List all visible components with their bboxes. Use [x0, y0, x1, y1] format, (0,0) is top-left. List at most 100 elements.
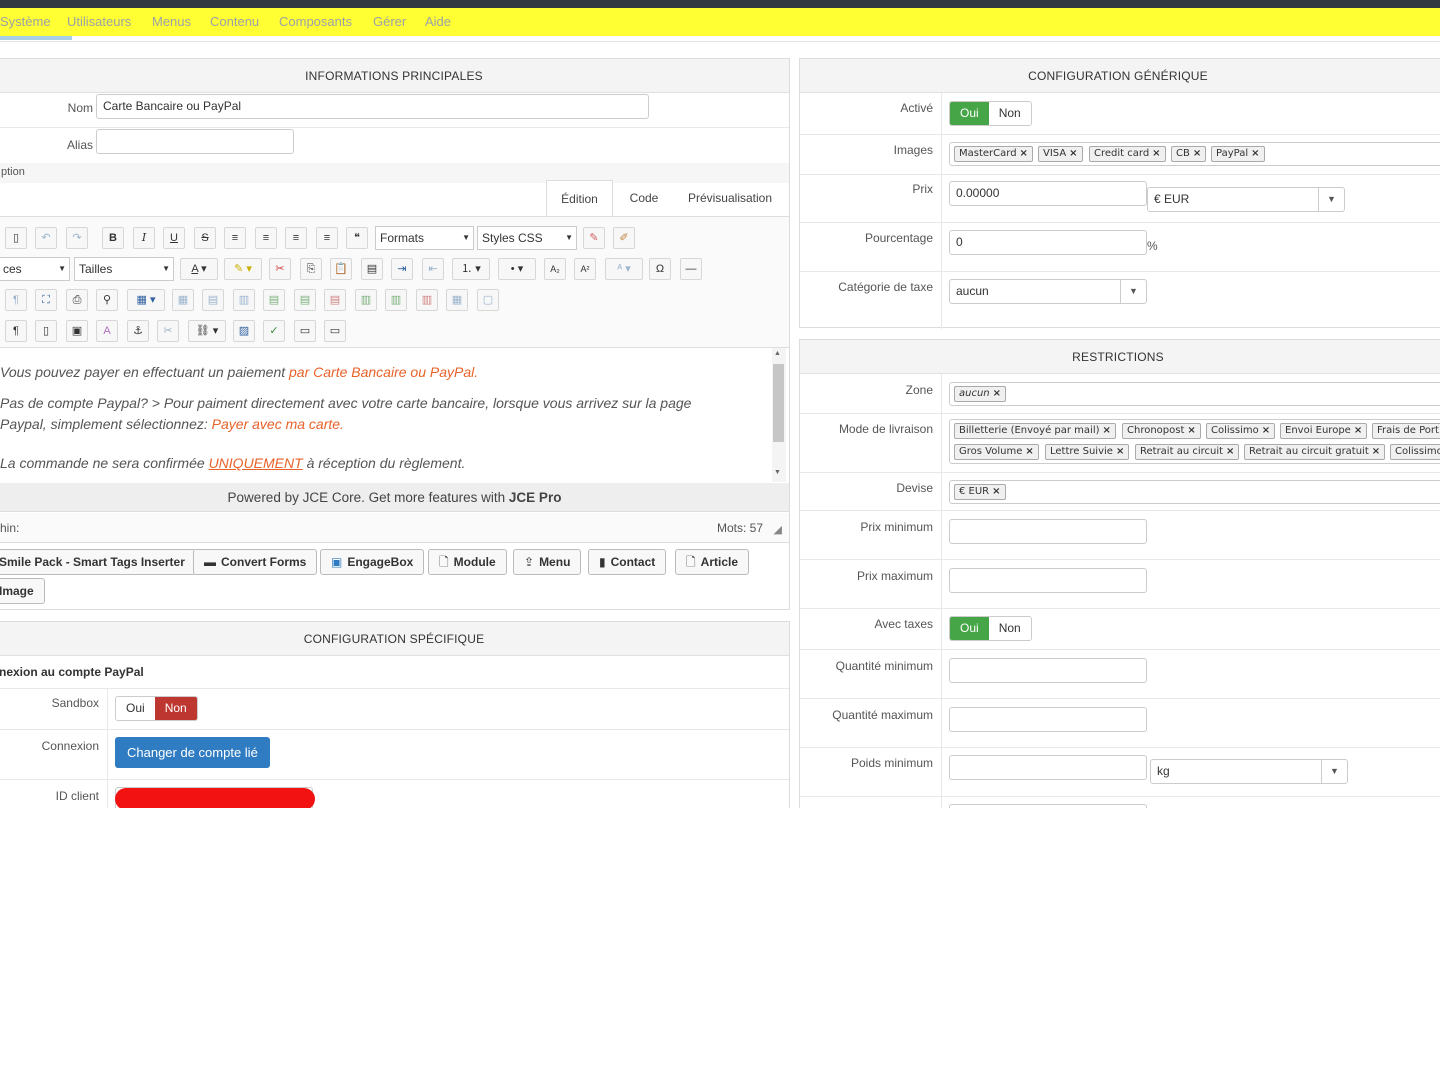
image-chip[interactable]: CB × [1171, 146, 1207, 162]
tab-code[interactable]: Code [616, 180, 672, 216]
readmore-icon[interactable]: ▭ [294, 320, 316, 342]
blockquote-icon[interactable]: ❝ [346, 227, 368, 249]
min-weight-input[interactable] [949, 755, 1147, 780]
shipping-chip[interactable]: Envoi Europe × [1280, 423, 1368, 439]
underline-icon[interactable]: U [163, 227, 185, 249]
outdent-icon[interactable]: ⇤ [422, 258, 444, 280]
eraser-icon[interactable]: ✎ [583, 227, 605, 249]
remove-icon[interactable]: × [1103, 425, 1111, 436]
styles-select[interactable]: Styles CSS ▼ [477, 226, 577, 250]
table-icon[interactable]: ▦ ▾ [127, 289, 165, 311]
shipping-multiselect[interactable]: Billetterie (Envoyé par mail) × Chronopos… [949, 419, 1440, 464]
image-chip[interactable]: PayPal × [1211, 146, 1265, 162]
remove-icon[interactable]: × [1226, 446, 1234, 457]
active-yes[interactable]: Oui [950, 102, 989, 125]
scroll-thumb[interactable] [773, 364, 784, 442]
editor-content[interactable]: Vous pouvez payer en effectuant un paiem… [0, 348, 772, 482]
article-button[interactable]: 🗋 Article [675, 549, 750, 575]
remove-icon[interactable]: × [992, 486, 1000, 497]
spellcheck-icon[interactable]: ✓ [263, 320, 285, 342]
images-multiselect[interactable]: MasterCard × VISA × Credit card × CB × PayPa… [949, 142, 1440, 166]
paste-text-icon[interactable]: ▤ [361, 258, 383, 280]
alias-input[interactable] [96, 129, 294, 154]
zone-chip[interactable]: aucun × [954, 386, 1007, 402]
remove-icon[interactable]: × [1116, 446, 1124, 457]
style-props-icon[interactable]: A [96, 320, 118, 342]
new-document-icon[interactable]: ▯ [5, 227, 27, 249]
show-blocks-icon[interactable]: ¶ [5, 289, 27, 311]
tax-category-select[interactable]: aucun ▼ [949, 279, 1147, 304]
image-chip[interactable]: MasterCard × [954, 146, 1033, 162]
editor-scrollbar[interactable]: ▲ ▼ [772, 348, 786, 482]
strikethrough-icon[interactable]: S [194, 227, 216, 249]
shipping-chip[interactable]: Billetterie (Envoyé par mail) × [954, 423, 1116, 439]
remove-icon[interactable]: × [1069, 148, 1077, 159]
anchor-icon[interactable]: ⚓ [127, 320, 149, 342]
max-qty-input[interactable] [949, 707, 1147, 732]
resize-handle-icon[interactable]: ◢ [774, 523, 782, 536]
formats-select[interactable]: Formats ▼ [375, 226, 474, 250]
font-family-select[interactable]: ces ▼ [0, 257, 70, 281]
menu-contenu[interactable]: Contenu [210, 14, 259, 29]
col-delete-icon[interactable]: ▥ [416, 289, 438, 311]
sandbox-no[interactable]: Non [154, 697, 197, 720]
row-delete-icon[interactable]: ▤ [324, 289, 346, 311]
print-icon[interactable]: ⎙ [66, 289, 88, 311]
text-color-icon[interactable]: A ▾ [180, 258, 218, 280]
italic-icon[interactable]: I [133, 227, 155, 249]
template-icon[interactable]: ▯ [35, 320, 57, 342]
subscript-icon[interactable]: A₂ [544, 258, 566, 280]
max-weight-input[interactable] [949, 804, 1147, 808]
shipping-chip[interactable]: Lettre Suivie × [1045, 444, 1130, 460]
fullscreen-icon[interactable]: ⛶ [35, 289, 57, 311]
change-account-button[interactable]: Changer de compte lié [115, 737, 270, 768]
scroll-up-icon[interactable]: ▲ [774, 350, 781, 357]
superscript-icon[interactable]: A² [574, 258, 596, 280]
menu-systeme[interactable]: Système [0, 14, 51, 29]
remove-icon[interactable]: × [1251, 148, 1259, 159]
shipping-chip[interactable]: Retrait au circuit gratuit × [1244, 444, 1386, 460]
menu-aide[interactable]: Aide [425, 14, 451, 29]
shipping-chip[interactable]: Colissimo× [1390, 444, 1440, 460]
numbered-list-icon[interactable]: ⒈ ▾ [452, 258, 490, 280]
weight-unit-select[interactable]: kg ▼ [1150, 759, 1348, 784]
row-before-icon[interactable]: ▤ [263, 289, 285, 311]
contact-button[interactable]: ▮ Contact [588, 549, 667, 575]
cut-icon[interactable]: ✂ [269, 258, 291, 280]
search-replace-icon[interactable]: ⚲ [96, 289, 118, 311]
zone-multiselect[interactable]: aucun × [949, 382, 1440, 406]
engagebox-button[interactable]: ▣ EngageBox [320, 549, 425, 575]
powered-pro-link[interactable]: JCE Pro [509, 490, 562, 505]
sandbox-yes[interactable]: Oui [116, 697, 155, 720]
with-taxes-yes[interactable]: Oui [950, 617, 989, 640]
remove-icon[interactable]: × [1152, 148, 1160, 159]
tab-edition[interactable]: Édition [546, 180, 613, 216]
cleanup-brush-icon[interactable]: ✐ [613, 227, 635, 249]
bullet-list-icon[interactable]: • ▾ [498, 258, 536, 280]
shipping-chip[interactable]: Gros Volume × [954, 444, 1039, 460]
shipping-chip[interactable]: Retrait au circuit × [1135, 444, 1240, 460]
row-props-icon[interactable]: ▤ [202, 289, 224, 311]
paste-icon[interactable]: 📋 [330, 258, 352, 280]
currency-chip[interactable]: € EUR × [954, 484, 1006, 500]
scroll-down-icon[interactable]: ▼ [774, 469, 781, 476]
image-button[interactable]: Image [0, 578, 45, 604]
remove-icon[interactable]: × [1354, 425, 1362, 436]
layer-icon[interactable]: ▣ [66, 320, 88, 342]
active-no[interactable]: Non [988, 102, 1031, 125]
tab-preview[interactable]: Prévisualisation [678, 180, 782, 216]
menu-composants[interactable]: Composants [279, 14, 352, 29]
price-currency-select[interactable]: € EUR ▼ [1147, 187, 1345, 212]
with-taxes-toggle[interactable]: Oui Non [949, 616, 1032, 641]
highlight-color-icon[interactable]: ✎ ▾ [224, 258, 262, 280]
bold-icon[interactable]: B [102, 227, 124, 249]
language-icon[interactable]: ᴬ ▾ [605, 258, 643, 280]
menu-button[interactable]: ⇪ Menu [513, 549, 582, 575]
undo-icon[interactable]: ↶ [35, 227, 57, 249]
remove-icon[interactable]: × [1025, 446, 1033, 457]
remove-icon[interactable]: × [1020, 148, 1028, 159]
align-center-icon[interactable]: ≡ [255, 227, 277, 249]
unlink-icon[interactable]: ✂ [157, 320, 179, 342]
align-right-icon[interactable]: ≡ [316, 227, 338, 249]
font-size-select[interactable]: Tailles ▼ [74, 257, 174, 281]
